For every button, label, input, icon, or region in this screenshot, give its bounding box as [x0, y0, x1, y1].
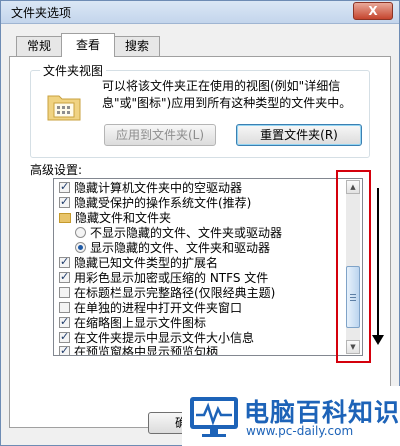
checkbox[interactable]	[59, 269, 70, 285]
reset-folders-button[interactable]: 重置文件夹(R)	[236, 124, 362, 146]
monitor-logo-icon	[188, 395, 240, 439]
checkbox[interactable]	[59, 343, 70, 355]
checkbox[interactable]	[59, 329, 70, 345]
tab-general[interactable]: 常规	[16, 36, 62, 56]
tab-search[interactable]: 搜索	[114, 36, 160, 56]
window-title: 文件夹选项	[11, 6, 72, 20]
watermark-url: www.pc-daily.com	[246, 424, 354, 438]
checkbox[interactable]	[59, 194, 70, 210]
folder-views-label: 文件夹视图	[40, 62, 107, 79]
list-item[interactable]: 在缩略图上显示文件图标	[59, 314, 206, 331]
radio-button[interactable]	[75, 227, 86, 238]
tab-view[interactable]: 查看	[61, 33, 115, 57]
advanced-settings-list: 隐藏计算机文件夹中的空驱动器 隐藏受保护的操作系统文件(推荐) 隐藏文件和文件夹…	[53, 178, 363, 356]
list-item[interactable]: 在标题栏显示完整路径(仅限经典主题)	[59, 285, 275, 301]
list-item[interactable]: 隐藏已知文件类型的扩展名	[59, 254, 218, 271]
list-item[interactable]: 在单独的进程中打开文件夹窗口	[59, 300, 242, 316]
list-item[interactable]: 显示隐藏的文件、文件夹和驱动器	[75, 240, 270, 256]
radio-button[interactable]	[75, 242, 86, 253]
down-arrow-head	[372, 335, 384, 345]
checkbox[interactable]	[59, 254, 70, 270]
scrollbar-highlight-box	[336, 170, 371, 363]
checkbox[interactable]	[59, 179, 70, 195]
list-item[interactable]: 隐藏受保护的操作系统文件(推荐)	[59, 194, 251, 211]
apply-to-folders-button[interactable]: 应用到文件夹(L)	[104, 124, 216, 146]
checkbox[interactable]	[59, 314, 70, 330]
list-item[interactable]: 用彩色显示加密或压缩的 NTFS 文件	[59, 269, 268, 286]
checkbox[interactable]	[59, 287, 70, 298]
list-item: 隐藏文件和文件夹	[59, 210, 171, 226]
list-item[interactable]: 隐藏计算机文件夹中的空驱动器	[59, 179, 242, 196]
list-item[interactable]: 在预览窗格中显示预览句柄	[59, 343, 218, 355]
down-arrow-annotation	[377, 188, 379, 338]
advanced-settings-label: 高级设置:	[30, 163, 83, 177]
checkbox[interactable]	[59, 302, 70, 313]
list-item[interactable]: 不显示隐藏的文件、文件夹或驱动器	[75, 225, 282, 241]
folder-icon	[59, 212, 71, 223]
folder-view-icon	[46, 90, 82, 122]
folder-views-description: 可以将该文件夹正在使用的视图(例如"详细信息"或"图标")应用到所有这种类型的文…	[102, 79, 352, 110]
close-button[interactable]: X	[353, 2, 393, 20]
title-bar: 文件夹选项 X	[1, 1, 399, 24]
